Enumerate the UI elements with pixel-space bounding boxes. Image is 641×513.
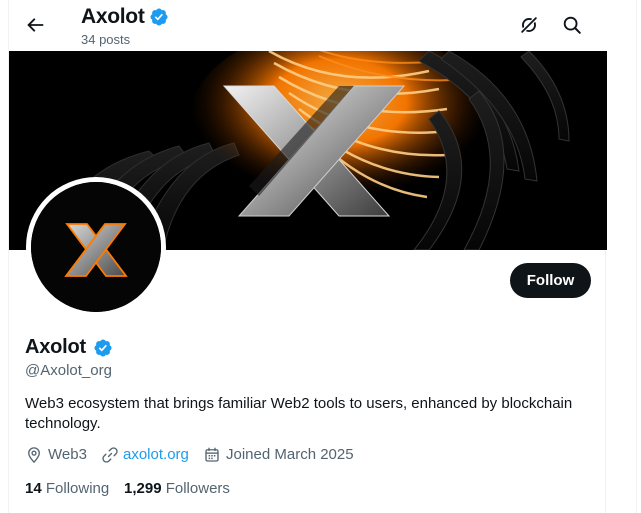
profile-column: Axolot 34 posts Follow Axolot @Axolot_or… (8, 0, 607, 513)
right-column-divider (636, 0, 637, 513)
profile-bio: Web3 ecosystem that brings familiar Web2… (25, 395, 573, 432)
profile-avatar[interactable] (26, 177, 166, 317)
link-icon (102, 447, 118, 463)
verified-badge-icon (94, 339, 112, 357)
axolot-logo-icon (31, 182, 161, 312)
following-count: 14 (25, 480, 42, 497)
profile-handle: @Axolot_org (25, 362, 112, 379)
following-link[interactable]: 14 Following (25, 480, 109, 497)
followers-link[interactable]: 1,299 Followers (124, 480, 230, 497)
profile-location: Web3 (48, 446, 87, 463)
grok-icon[interactable] (518, 14, 540, 36)
following-label: Following (45, 480, 110, 497)
header-title: Axolot (81, 5, 145, 28)
profile-header-bar: Axolot 34 posts (9, 0, 607, 51)
profile-joined-date: Joined March 2025 (226, 446, 354, 463)
verified-badge-icon (150, 8, 168, 26)
followers-count: 1,299 (124, 480, 162, 497)
calendar-icon (205, 447, 219, 462)
followers-label: Followers (165, 480, 230, 497)
arrow-left-icon[interactable] (24, 14, 46, 36)
posts-count: 34 posts (81, 32, 131, 47)
profile-name: Axolot (25, 336, 87, 358)
search-icon[interactable] (561, 14, 583, 36)
follow-button[interactable]: Follow (510, 263, 591, 298)
location-pin-icon (28, 447, 40, 464)
profile-website-link[interactable]: axolot.org (123, 446, 189, 463)
